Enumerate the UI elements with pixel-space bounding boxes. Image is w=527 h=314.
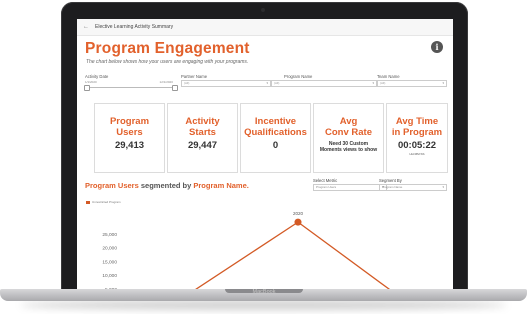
kpi-activity-starts: Activity Starts 29,447 <box>167 103 238 173</box>
page-subtitle: The chart below shows how your users are… <box>86 59 249 65</box>
chart-legend: Unrestricted Program <box>86 200 121 204</box>
date-slider-track[interactable] <box>86 87 175 88</box>
kpi-incentive-qualifications: Incentive Qualifications 0 <box>240 103 311 173</box>
kpi-value: 00:05:22 <box>397 140 437 151</box>
screen: ← Elective Learning Activity Summary Pro… <box>77 19 453 289</box>
kpi-title-line: Qualifications <box>244 127 307 138</box>
series-line-segment <box>195 221 299 289</box>
kpi-title-line: Users <box>116 127 143 138</box>
line-chart: 5,00010,00015,00020,00025,0002020 <box>102 211 391 289</box>
kpi-title-line: Incentive <box>254 116 297 127</box>
laptop-lid: ← Elective Learning Activity Summary Pro… <box>61 2 468 298</box>
team-name-value: (All) <box>380 81 386 85</box>
team-name-select[interactable]: (All) ▾ <box>377 80 447 87</box>
y-tick-label: 20,000 <box>102 246 117 252</box>
partner-name-select[interactable]: (All) ▾ <box>181 80 271 87</box>
kpi-title-line: in Program <box>391 127 443 138</box>
activity-date-start: 1/1/2020 <box>85 80 97 84</box>
segment-by-block: Segment By Program Name ▾ <box>379 178 447 191</box>
y-tick-label: 10,000 <box>102 273 117 279</box>
kpi-title-line: Activity <box>185 116 220 127</box>
kpi-note-line: Moments views to show <box>319 147 378 153</box>
program-name-label: Program Name <box>284 74 313 79</box>
select-metric-value: Program Users <box>316 185 337 189</box>
data-point[interactable] <box>294 218 302 226</box>
program-name-value: (All) <box>274 81 280 85</box>
y-tick-label: 15,000 <box>102 259 117 265</box>
filter-bar: Activity Date 1/1/2020 12/1/2020 Partner… <box>77 74 453 100</box>
partner-name-label: Partner Name <box>181 74 208 79</box>
legend-swatch <box>86 200 90 204</box>
segment-by-label: Segment By <box>379 178 402 183</box>
topbar-title: Elective Learning Activity Summary <box>95 24 174 30</box>
kpi-title-line: Program <box>109 116 150 127</box>
kpi-title: Avg Conv Rate <box>314 116 383 138</box>
kpi-program-users: Program Users 29,413 <box>94 103 165 173</box>
chart-heading-connector: segmented by <box>138 181 194 190</box>
kpi-avg-conv-rate: Avg Conv Rate Need 30 Custom Moments vie… <box>313 103 384 173</box>
kpi-value: 29,413 <box>114 140 145 151</box>
kpi-value: 0 <box>272 140 279 151</box>
date-slider-start-handle[interactable] <box>84 85 90 91</box>
kpi-title: Activity Starts <box>168 116 237 138</box>
laptop-brand-label: MacBook <box>252 289 276 295</box>
chevron-down-icon: ▾ <box>266 81 268 85</box>
kpi-note: Need 30 Custom Moments views to show <box>314 141 383 153</box>
info-icon[interactable]: i <box>431 41 443 53</box>
chart-heading: Program Users segmented by Program Name. <box>85 181 249 190</box>
kpi-title-line: Avg Time <box>395 116 439 127</box>
kpi-title-line: Avg <box>339 116 358 127</box>
segment-by-dropdown[interactable]: Program Name ▾ <box>379 184 447 191</box>
activity-date-label: Activity Date <box>85 74 109 79</box>
kpi-avg-time-in-program: Avg Time in Program 00:05:22 HH:MM:SS <box>386 103 448 173</box>
kpi-subtext: HH:MM:SS <box>409 152 425 156</box>
partner-name-value: (All) <box>184 81 190 85</box>
select-metric-label: Select Metric <box>313 178 338 183</box>
y-tick-label: 25,000 <box>102 232 117 238</box>
kpi-title: Program Users <box>95 116 164 138</box>
kpi-row: Program Users 29,413 Activity Starts 29,… <box>77 103 453 173</box>
chevron-down-icon: ▾ <box>372 81 374 85</box>
select-metric-block: Select Metric Program Users ▾ <box>313 178 387 191</box>
date-slider-end-handle[interactable] <box>172 85 178 91</box>
activity-date-end: 12/1/2020 <box>159 80 173 84</box>
kpi-title: Incentive Qualifications <box>241 116 310 138</box>
activity-date-range: 1/1/2020 12/1/2020 <box>85 80 173 84</box>
chart-heading-segment: Program Name. <box>193 181 249 190</box>
chevron-down-icon: ▾ <box>442 81 444 85</box>
chevron-down-icon: ▾ <box>442 185 444 189</box>
back-arrow-icon[interactable]: ← <box>83 24 89 30</box>
page-title: Program Engagement <box>85 40 250 57</box>
team-name-label: Team Name <box>377 74 400 79</box>
kpi-title-line: Starts <box>189 127 216 138</box>
kpi-title: Avg Time in Program <box>387 116 447 138</box>
legend-label: Unrestricted Program <box>92 200 121 204</box>
segment-by-value: Program Name <box>382 185 403 189</box>
laptop-shadow <box>20 300 507 310</box>
select-metric-dropdown[interactable]: Program Users ▾ <box>313 184 387 191</box>
data-point-label: 2020 <box>293 211 304 216</box>
chart-heading-metric: Program Users <box>85 181 139 190</box>
series-line-segment <box>297 221 391 289</box>
kpi-value: 29,447 <box>187 140 218 151</box>
kpi-title-line: Conv Rate <box>325 127 372 138</box>
camera-icon <box>261 8 265 12</box>
program-name-select[interactable]: (All) ▾ <box>271 80 377 87</box>
topbar: ← Elective Learning Activity Summary <box>77 19 453 36</box>
